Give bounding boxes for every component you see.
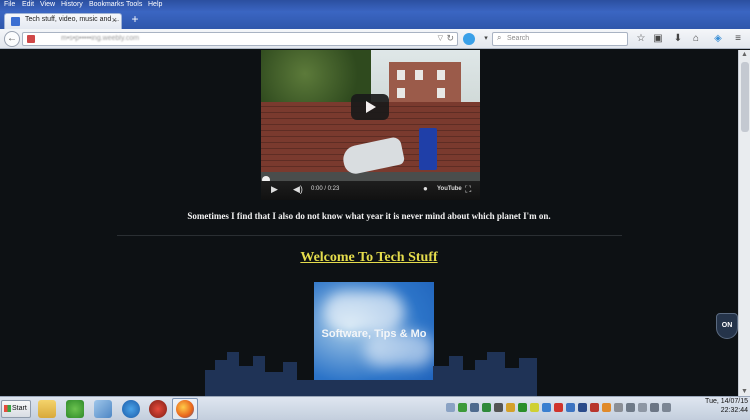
tray-icon[interactable] (530, 403, 539, 412)
downloads-icon[interactable]: ⬇ (672, 33, 684, 45)
scroll-up-icon[interactable]: ▲ (741, 51, 748, 58)
search-input[interactable]: ⌕ Search (492, 32, 628, 46)
promo-cloud (324, 292, 404, 332)
search-icon: ⌕ (497, 33, 502, 42)
info-icon[interactable]: ● (423, 184, 428, 193)
scroll-down-icon[interactable]: ▼ (741, 388, 748, 395)
vertical-scrollbar[interactable]: ▲ ▼ (738, 50, 750, 396)
volume-tray-icon[interactable] (650, 403, 659, 412)
tray-icon[interactable] (494, 403, 503, 412)
city-skyline-graphic (205, 352, 537, 396)
file-explorer-icon[interactable] (38, 400, 56, 418)
firefox-icon (176, 400, 194, 418)
navigation-bar: ← m•s•p•••••ing.weebly.com ▽ ↻ ▾ ⌕ Searc… (0, 29, 750, 49)
page-content: ▶ ◀) 0:00 / 0:23 ● YouTube ⛶ Sometimes I… (0, 50, 738, 396)
tray-icon[interactable] (446, 403, 455, 412)
menu-edit[interactable]: Edit (22, 0, 34, 10)
tray-icon[interactable] (482, 403, 491, 412)
clock-time: 22:32:44 (720, 407, 748, 414)
tab-strip: Tech stuff, video, music and ... × (0, 11, 750, 29)
back-button[interactable]: ← (4, 31, 20, 47)
flag-icon[interactable] (638, 403, 647, 412)
clock-date: Tue, 14/07/15 (705, 398, 748, 405)
reading-list-icon[interactable]: ▣ (652, 33, 664, 45)
url-dropdown-icon[interactable]: ▽ (438, 34, 443, 42)
play-icon[interactable]: ▶ (271, 184, 278, 195)
clover-app-icon[interactable] (66, 400, 84, 418)
tray-icon[interactable] (578, 403, 587, 412)
scrollbar-thumb[interactable] (741, 62, 749, 132)
shield-addon-icon[interactable]: ◈ (712, 33, 724, 45)
video-time: 0:00 / 0:23 (311, 186, 340, 192)
search-engine-dropdown-icon[interactable]: ▾ (480, 33, 492, 45)
url-text: m•s•p•••••ing.weebly.com (61, 35, 140, 42)
start-button[interactable]: Start (1, 400, 31, 418)
video-frame-bin (419, 128, 437, 170)
reload-icon[interactable]: ↻ (446, 33, 454, 44)
bookmark-star-icon[interactable]: ☆ (635, 33, 647, 45)
tab-title: Tech stuff, video, music and ... (25, 16, 120, 23)
divider (117, 235, 622, 236)
tray-icon[interactable] (602, 403, 611, 412)
power-icon[interactable] (662, 403, 671, 412)
promo-text: Software, Tips & Mo (321, 328, 427, 340)
embedded-video[interactable]: ▶ ◀) 0:00 / 0:23 ● YouTube ⛶ (261, 50, 480, 200)
menu-view[interactable]: View (40, 0, 55, 10)
welcome-heading[interactable]: Welcome To Tech Stuff (0, 250, 738, 266)
tray-icon[interactable] (590, 403, 599, 412)
site-identity-icon[interactable] (27, 35, 35, 43)
tray-icon[interactable] (458, 403, 467, 412)
fullscreen-icon[interactable]: ⛶ (465, 184, 471, 195)
media-player-icon[interactable] (149, 400, 167, 418)
tray-icon[interactable] (554, 403, 563, 412)
page-caption: Sometimes I find that I also do not know… (187, 211, 551, 221)
tray-icon[interactable] (506, 403, 515, 412)
firefox-taskbar-button[interactable] (172, 398, 198, 420)
start-label: Start (12, 405, 27, 412)
notes-app-icon[interactable] (94, 400, 112, 418)
tray-icon[interactable] (542, 403, 551, 412)
tray-icon[interactable] (614, 403, 623, 412)
tray-icon[interactable] (566, 403, 575, 412)
menu-file[interactable]: File (4, 0, 15, 10)
search-placeholder: Search (507, 35, 530, 42)
thunderbird-icon[interactable] (122, 400, 140, 418)
menu-hamburger-icon[interactable]: ≡ (732, 33, 744, 45)
tray-icon[interactable] (470, 403, 479, 412)
search-engine-icon[interactable] (463, 33, 475, 45)
new-tab-button[interactable]: + (128, 11, 142, 27)
network-icon[interactable] (626, 403, 635, 412)
system-tray (446, 401, 674, 415)
menu-tools[interactable]: Tools (126, 0, 142, 10)
security-shield-badge[interactable]: ON (716, 313, 738, 339)
windows-logo-icon (4, 405, 11, 412)
tab-active[interactable]: Tech stuff, video, music and ... × (4, 13, 122, 29)
site-favicon-icon (11, 17, 20, 26)
video-play-button[interactable] (351, 94, 389, 120)
volume-icon[interactable]: ◀) (293, 184, 303, 195)
url-bar[interactable]: m•s•p•••••ing.weebly.com ▽ ↻ (22, 32, 458, 46)
menu-bar: File Edit View History Bookmarks Tools H… (0, 0, 750, 11)
tray-icon[interactable] (518, 403, 527, 412)
system-clock[interactable]: Tue, 14/07/15 22:32:44 (678, 397, 748, 415)
menu-history[interactable]: History (61, 0, 83, 10)
menu-bookmarks[interactable]: Bookmarks (89, 0, 124, 10)
video-controls: ▶ ◀) 0:00 / 0:23 ● YouTube ⛶ (261, 181, 480, 200)
close-tab-icon[interactable]: × (112, 15, 117, 25)
youtube-logo[interactable]: YouTube (437, 186, 462, 192)
home-icon[interactable]: ⌂ (690, 33, 702, 45)
menu-help[interactable]: Help (148, 0, 162, 10)
